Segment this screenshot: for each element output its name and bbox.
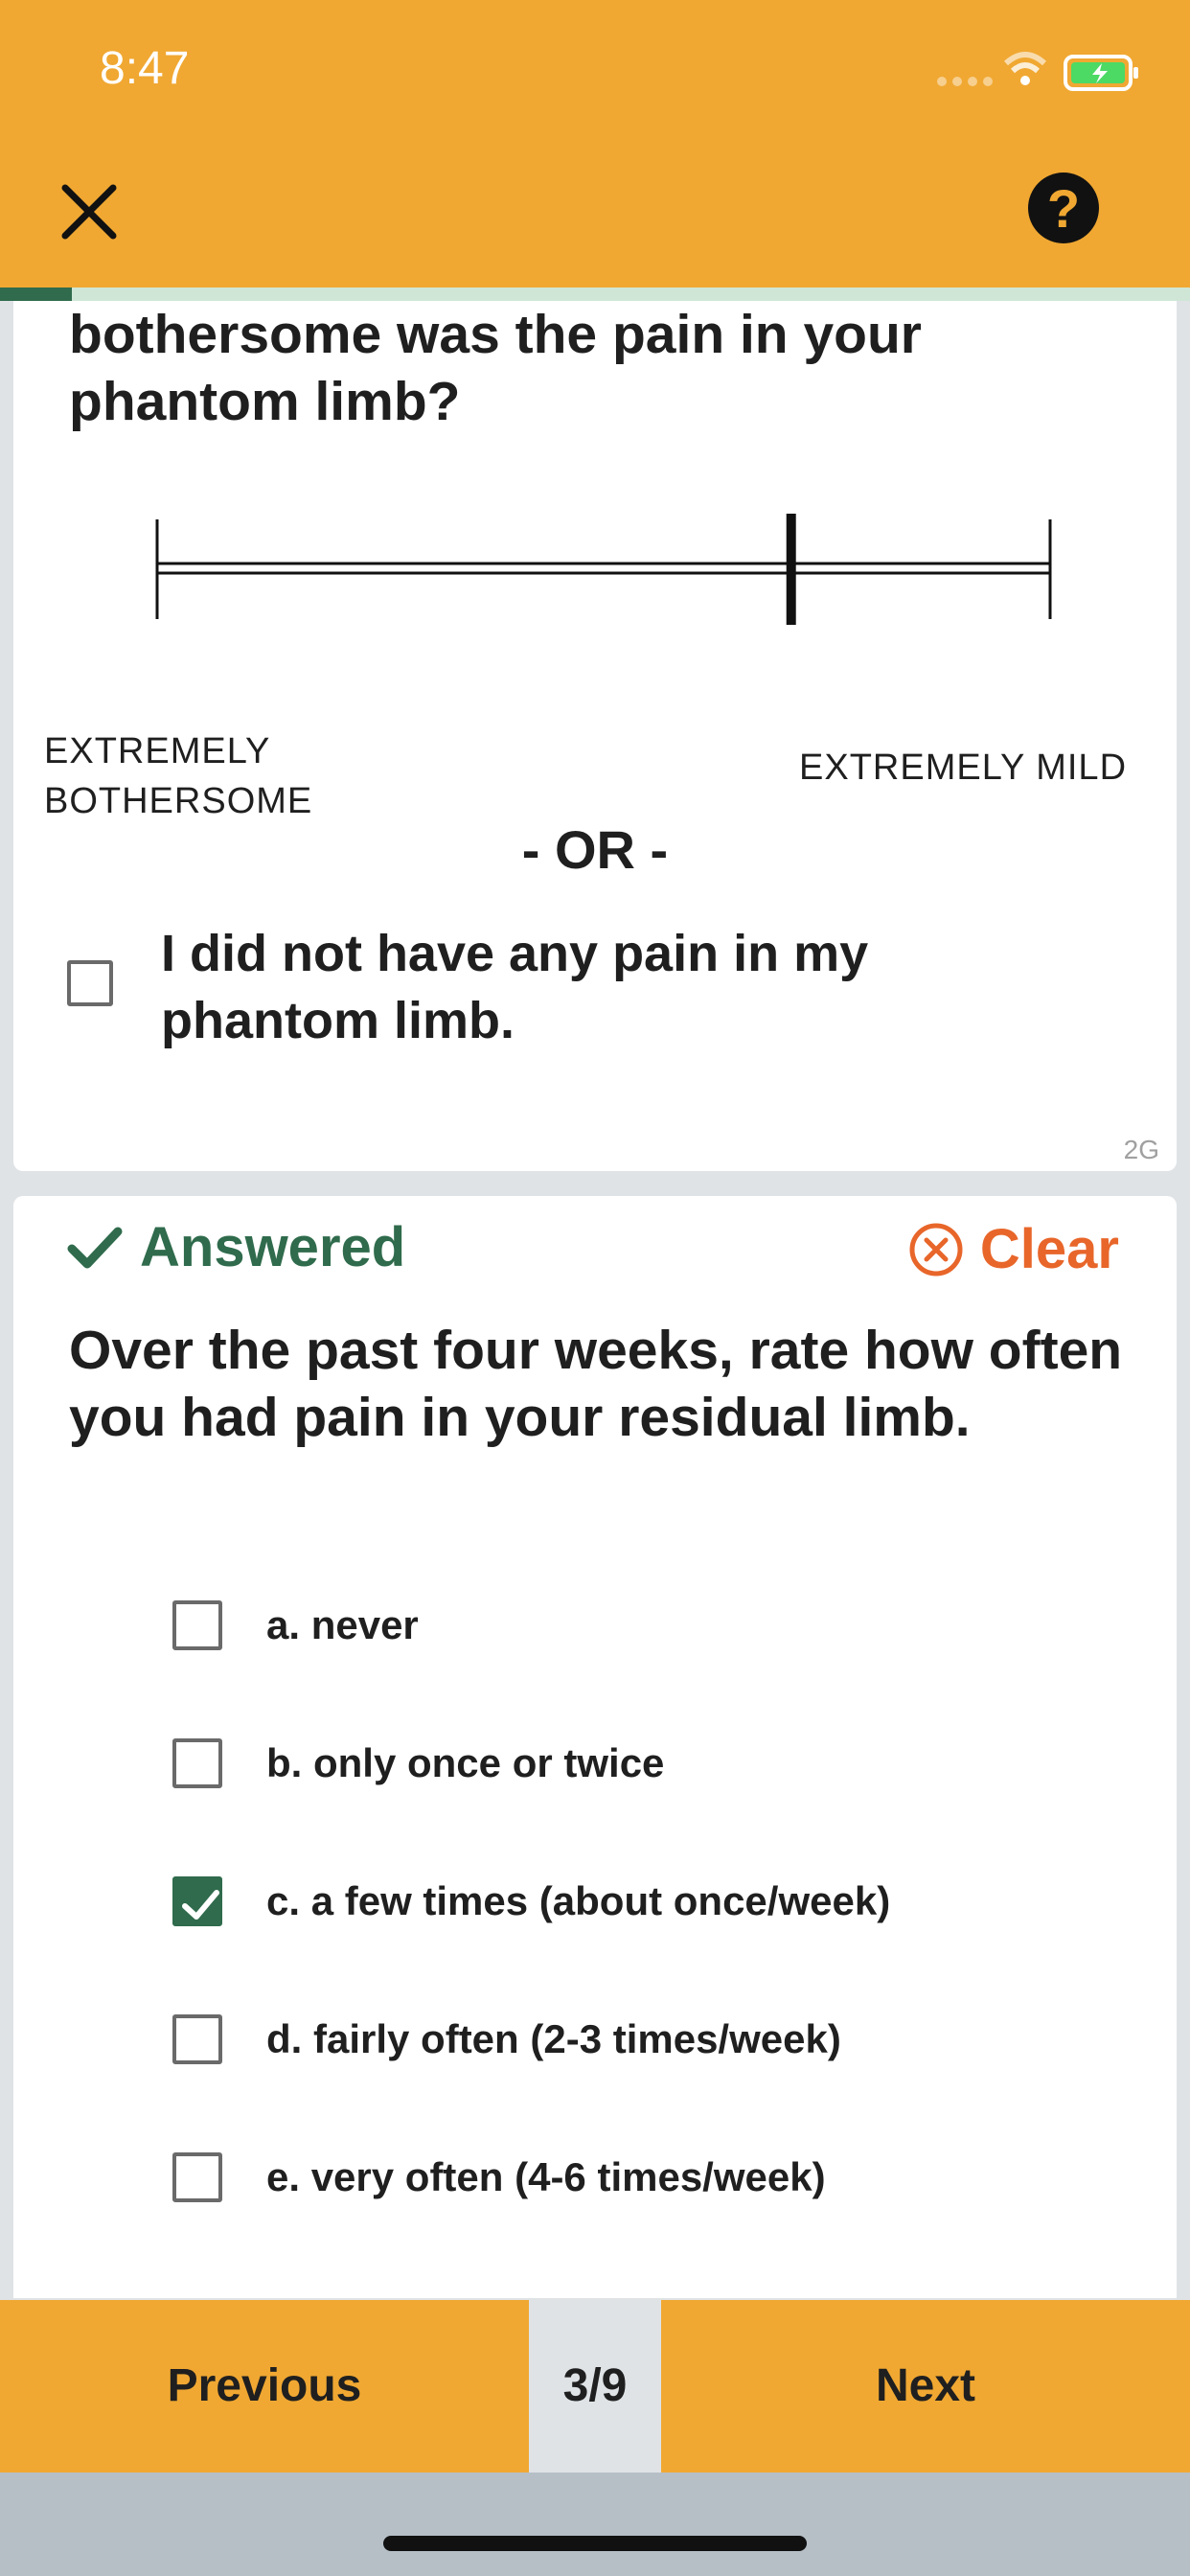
page-indicator: 3/9 (529, 2300, 661, 2472)
no-pain-label[interactable]: I did not have any pain in my phantom li… (161, 920, 1023, 1054)
option-label: d. fairly often (2-3 times/week) (266, 2016, 841, 2061)
question-text: Over the past four weeks, rate how often… (69, 1320, 1123, 1448)
status-time: 8:47 (100, 43, 190, 94)
option-label: c. a few times (about once/week) (266, 1878, 891, 1923)
home-indicator[interactable] (383, 2536, 807, 2551)
checkmark-icon (67, 1227, 123, 1268)
close-icon[interactable] (56, 178, 123, 245)
scale-left-label: EXTREMELY BOTHERSOME (44, 731, 313, 821)
home-area (0, 2472, 1190, 2576)
bottom-navigation: Previous 3/9 Next (0, 2300, 1190, 2472)
app-bar (0, 144, 1190, 288)
no-pain-checkbox[interactable] (67, 960, 113, 1006)
option-checkbox[interactable] (172, 2152, 222, 2202)
option-b[interactable]: b. only once or twice (13, 1706, 1177, 1821)
question-card: Answered Clear Over the past four weeks,… (13, 1196, 1177, 2298)
option-checkbox[interactable] (172, 1600, 222, 1650)
answered-label: Answered (140, 1216, 406, 1278)
previous-button[interactable]: Previous (0, 2300, 529, 2472)
option-label: e. very often (4-6 times/week) (266, 2154, 826, 2199)
option-checkbox[interactable] (172, 1738, 222, 1788)
or-divider: - OR - (521, 819, 669, 880)
progress-bar (0, 288, 1190, 301)
option-d[interactable]: d. fairly often (2-3 times/week) (13, 1982, 1177, 2097)
status-bar: 8:47 (0, 0, 1190, 144)
visual-analog-scale[interactable] (140, 512, 1067, 627)
option-c[interactable]: c. a few times (about once/week) (13, 1844, 1177, 1959)
option-checkbox-checked[interactable] (172, 1876, 222, 1926)
next-button[interactable]: Next (661, 2300, 1190, 2472)
progress-fill (0, 288, 72, 301)
question-card-2g: bothersome was the pain in your phantom … (13, 301, 1177, 1171)
battery-icon (1064, 55, 1138, 91)
option-e[interactable]: e. very often (4-6 times/week) (13, 2120, 1177, 2235)
clear-button[interactable]: Clear (907, 1217, 1119, 1281)
clear-circle-x-icon (909, 1223, 963, 1276)
option-checkbox[interactable] (172, 2014, 222, 2064)
signal-icon (937, 77, 993, 86)
option-a[interactable]: a. never (13, 1568, 1177, 1683)
checkmark-icon (182, 1890, 219, 1920)
clear-label: Clear (979, 1218, 1119, 1280)
scale-right-label: EXTREMELY MILD (799, 748, 1128, 788)
item-id: 2G (1123, 1135, 1159, 1164)
option-label: b. only once or twice (266, 1740, 665, 1785)
option-label: a. never (266, 1602, 419, 1647)
question-text: bothersome was the pain in your phantom … (69, 304, 922, 432)
wifi-icon (1003, 52, 1047, 85)
answered-status: Answered (67, 1215, 405, 1279)
help-button[interactable]: ? (1028, 172, 1099, 243)
